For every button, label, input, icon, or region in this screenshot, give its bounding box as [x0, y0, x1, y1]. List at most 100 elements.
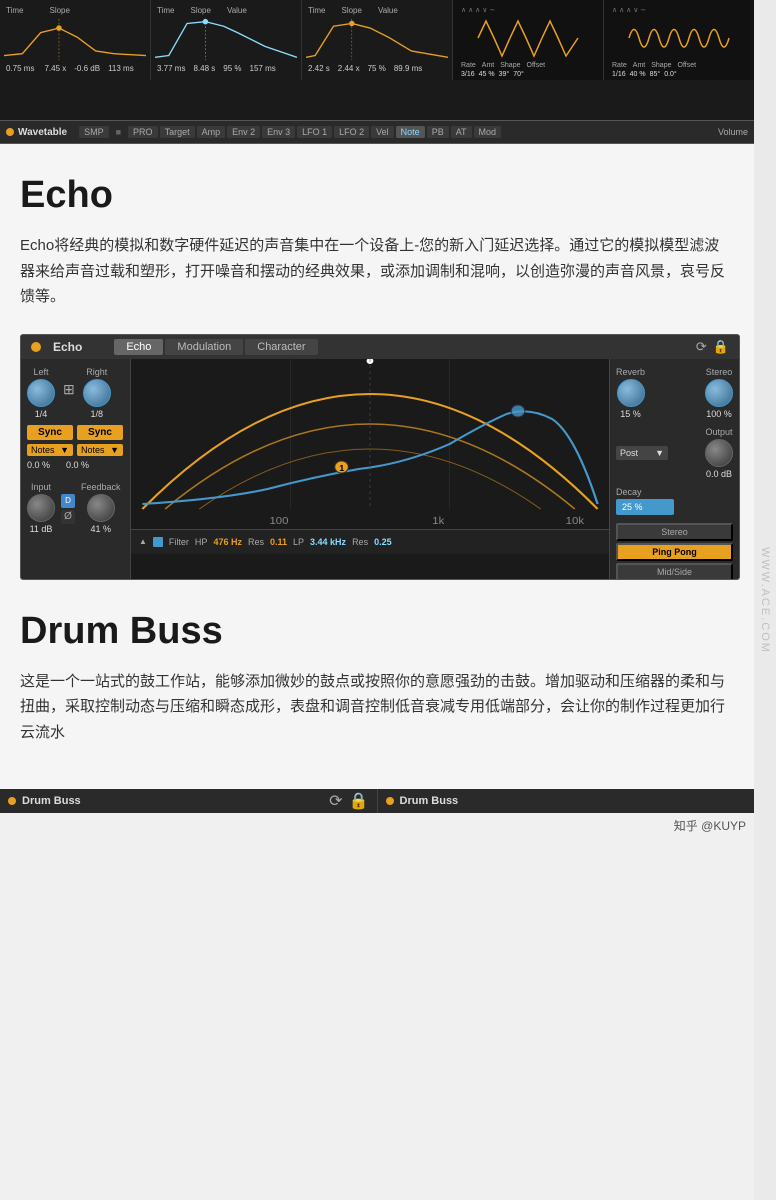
- echo-output-knob[interactable]: [705, 439, 733, 467]
- echo-notes-row: Notes ▼ Notes ▼: [27, 444, 124, 456]
- phi-badge[interactable]: Ø: [61, 510, 75, 524]
- wtab-vel[interactable]: Vel: [371, 126, 394, 138]
- wtab-mod[interactable]: Mod: [474, 126, 502, 138]
- echo-feedback-knob[interactable]: [87, 494, 115, 522]
- triangle-icon: ▲: [139, 537, 147, 546]
- echo-body: Left 1/4 ⊞ Right 1/8 Sync Sync: [21, 359, 739, 579]
- echo-pct-row: 0.0 % 0.0 %: [27, 460, 124, 470]
- watermark: WWW.ACE.COM: [754, 0, 776, 1200]
- daw-panel-3-labels: Time Slope Value: [306, 4, 448, 17]
- wtab-lfo1[interactable]: LFO 1: [297, 126, 332, 138]
- echo-notes-left-btn[interactable]: Notes ▼: [27, 444, 73, 456]
- filter-hp-label: HP: [195, 537, 208, 547]
- echo-plugin-header: Echo Echo Modulation Character ⟳ 🔒: [21, 335, 739, 359]
- bottom-plugin-drum-buss-2: Drum Buss: [378, 789, 755, 813]
- echo-stereo-knob[interactable]: [705, 379, 733, 407]
- echo-link-icon[interactable]: ⊞: [63, 381, 75, 398]
- filter-lp-value: 3.44 kHz: [310, 537, 346, 547]
- echo-description: Echo将经典的模拟和数字硬件延迟的声音集中在一个设备上-您的新入门延迟选择。通…: [20, 233, 734, 310]
- d-badge[interactable]: D: [61, 494, 75, 508]
- echo-input-label: Input: [31, 482, 51, 492]
- wtab-pro[interactable]: PRO: [128, 126, 158, 138]
- echo-reverb-value: 15 %: [620, 409, 641, 419]
- echo-feedback-value: 41 %: [91, 524, 112, 534]
- wtab-at[interactable]: AT: [451, 126, 472, 138]
- echo-left-value: 1/4: [35, 409, 48, 419]
- daw-panel-2-labels: Time Slope Value: [155, 4, 297, 17]
- echo-left-group: Left 1/4: [27, 367, 55, 419]
- daw-panel-1-values: 0.75 ms 7.45 x -0.6 dB 113 ms: [4, 62, 146, 75]
- svg-text:100: 100: [269, 515, 288, 526]
- echo-post-dropdown[interactable]: Post ▼: [616, 446, 668, 460]
- wavetable-tabs: SMP ■ PRO Target Amp Env 2 Env 3 LFO 1 L…: [79, 126, 501, 138]
- echo-decay-bar[interactable]: 25 %: [616, 499, 674, 515]
- wtab-note[interactable]: Note: [396, 126, 425, 138]
- echo-ping-pong-btn[interactable]: Ping Pong: [616, 543, 733, 561]
- filter-res2-label: Res: [352, 537, 368, 547]
- echo-right-group: Right 1/8: [83, 367, 111, 419]
- filter-lp-label: LP: [293, 537, 304, 547]
- echo-feedback-group: Feedback 41 %: [81, 482, 121, 534]
- echo-tab-character[interactable]: Character: [245, 339, 317, 355]
- echo-center-viz: 1 100 1k 10k ▲: [131, 359, 609, 579]
- filter-res1-value: 0.11: [270, 537, 287, 547]
- echo-plugin-tabs[interactable]: Echo Modulation Character: [114, 339, 317, 355]
- echo-sync-left-btn[interactable]: Sync: [27, 425, 73, 440]
- echo-bottom-bar: ▲ Filter HP 476 Hz Res 0.11 LP 3.44 kHz …: [131, 529, 609, 554]
- echo-left-pct: 0.0 %: [27, 460, 50, 470]
- wtab-pb[interactable]: PB: [427, 126, 449, 138]
- daw-panel-1-labels: Time Slope: [4, 4, 146, 17]
- echo-tab-echo[interactable]: Echo: [114, 339, 163, 355]
- echo-stereo-label: Stereo: [706, 367, 733, 377]
- echo-left-knob[interactable]: [27, 379, 55, 407]
- drum-buss-name-2: Drum Buss: [400, 795, 459, 807]
- bottom-plugin-drum-buss-1: Drum Buss ⟳ 🔒: [0, 789, 378, 813]
- wavetable-label: Wavetable: [18, 127, 67, 138]
- wtab-smp[interactable]: SMP: [79, 126, 109, 138]
- svg-text:1k: 1k: [432, 515, 445, 526]
- echo-input-ctrl: Input 11 dB D Ø Feedback 41 %: [27, 474, 124, 534]
- volume-label: Volume: [718, 127, 748, 137]
- zhihu-badge: 知乎 @KUYP: [674, 819, 746, 833]
- wtab-lfo2[interactable]: LFO 2: [334, 126, 369, 138]
- echo-sync-right-btn[interactable]: Sync: [77, 425, 123, 440]
- echo-stereo-btn-group: Stereo Ping Pong Mid/Side: [616, 523, 733, 580]
- echo-decay-label: Decay: [616, 487, 733, 497]
- echo-input-knob[interactable]: [27, 494, 55, 522]
- drum-buss-icons-1: ⟳ 🔒: [329, 791, 368, 811]
- drum-buss-lock-icon[interactable]: 🔒: [349, 791, 369, 811]
- echo-mid-side-btn[interactable]: Mid/Side: [616, 563, 733, 580]
- echo-left-label: Left: [33, 367, 48, 377]
- bottom-plugin-row: Drum Buss ⟳ 🔒 Drum Buss: [0, 789, 754, 813]
- wtab-env3[interactable]: Env 3: [262, 126, 295, 138]
- wtab-amp[interactable]: Amp: [197, 126, 226, 138]
- echo-reverb-knob[interactable]: [617, 379, 645, 407]
- daw-panel-2-values: 3.77 ms 8.48 s 95 % 157 ms: [155, 62, 297, 75]
- filter-res2-value: 0.25: [374, 537, 392, 547]
- drum-buss-dot-1: [8, 797, 16, 805]
- echo-input-group: Input 11 dB: [27, 482, 55, 534]
- daw-panel-3-values: 2.42 s 2.44 x 75 % 89.9 ms: [306, 62, 448, 75]
- echo-canvas: 1 100 1k 10k: [131, 359, 609, 529]
- echo-tab-modulation[interactable]: Modulation: [165, 339, 243, 355]
- echo-right-top: Reverb 15 % Stereo 100 %: [616, 367, 733, 419]
- echo-title: Echo: [20, 174, 734, 217]
- echo-right-controls: Reverb 15 % Stereo 100 % Post ▼: [609, 359, 739, 579]
- echo-output-label: Output: [705, 427, 732, 437]
- echo-reverb-label: Reverb: [616, 367, 645, 377]
- filter-label: Filter: [169, 537, 189, 547]
- wtab-target[interactable]: Target: [160, 126, 195, 138]
- echo-notes-right-btn[interactable]: Notes ▼: [77, 444, 123, 456]
- echo-plugin-icons: ⟳ 🔒: [696, 339, 729, 355]
- refresh-icon[interactable]: ⟳: [696, 339, 707, 355]
- echo-right-knob[interactable]: [83, 379, 111, 407]
- echo-right-value: 1/8: [90, 409, 103, 419]
- echo-feedback-label: Feedback: [81, 482, 121, 492]
- echo-left-controls: Left 1/4 ⊞ Right 1/8 Sync Sync: [21, 359, 131, 579]
- echo-output-value: 0.0 dB: [706, 469, 732, 479]
- echo-reverb-ctrl: Reverb 15 %: [616, 367, 645, 419]
- echo-stereo-btn[interactable]: Stereo: [616, 523, 733, 541]
- wtab-env2[interactable]: Env 2: [227, 126, 260, 138]
- drum-buss-refresh-icon[interactable]: ⟳: [329, 791, 342, 811]
- lock-icon[interactable]: 🔒: [713, 339, 729, 355]
